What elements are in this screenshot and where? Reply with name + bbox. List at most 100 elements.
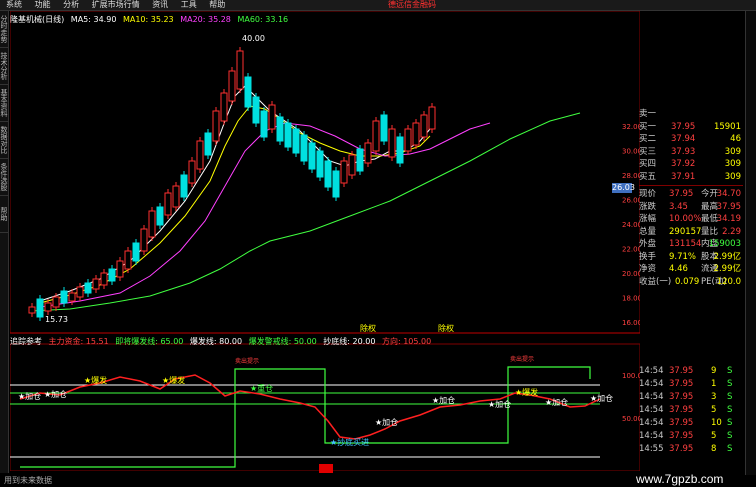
tick-row: 14:54 37.95 1 S bbox=[639, 379, 733, 389]
candle-body bbox=[420, 114, 428, 138]
menu-item[interactable]: 系统 bbox=[6, 0, 22, 10]
book-row: 买三 37.93 309 bbox=[639, 146, 741, 157]
candle-body bbox=[380, 114, 388, 142]
candle-body bbox=[108, 268, 116, 282]
stat-row: 换手 9.71% 股本 2.99亿 bbox=[639, 251, 741, 262]
candle-body bbox=[156, 206, 164, 226]
menu-item[interactable]: 功能 bbox=[35, 0, 51, 10]
price-axis-label: 24.00 bbox=[622, 221, 640, 229]
signal-label: ★爆发 bbox=[515, 387, 538, 397]
stat-row: 涨跌 3.45 最高 37.95 bbox=[639, 201, 741, 212]
ma5-line bbox=[39, 85, 431, 302]
candle-body bbox=[52, 296, 60, 308]
signal-label: ★重仓 bbox=[250, 383, 273, 393]
divider bbox=[639, 185, 743, 186]
signal-label: 卖出提示 bbox=[235, 357, 259, 365]
candle-body bbox=[428, 106, 436, 130]
tab-timeshare[interactable]: 分时走势 bbox=[0, 11, 8, 48]
tick-row: 14:54 37.95 3 S bbox=[639, 392, 733, 402]
stat-row: 总量 290157 量比 2.29 bbox=[639, 226, 741, 237]
candle-body bbox=[316, 150, 324, 178]
kline-chart[interactable]: 32.00 30.00 28.00 26.00 24.00 22.00 20.00 18.00… bbox=[10, 11, 640, 471]
price-axis-label: 22.00 bbox=[622, 246, 640, 254]
book-row: 卖一 bbox=[639, 109, 657, 119]
candle-body bbox=[412, 122, 420, 146]
sub-legend-item: 爆发线: 80.00 bbox=[189, 337, 243, 346]
menu-item[interactable]: 资讯 bbox=[152, 0, 168, 10]
stock-title: 隆基机械(日线) bbox=[10, 15, 65, 24]
tick-row: 14:54 37.95 9 S bbox=[639, 366, 733, 376]
stat-row: 外盘 131154 内盘 159003 bbox=[639, 239, 741, 249]
candle-body bbox=[364, 142, 372, 164]
sub-legend-item: 抄底线: 20.00 bbox=[323, 337, 376, 346]
menu-item[interactable]: 扩展市场行情 bbox=[92, 0, 140, 10]
status-bar: 用到未来数据 bbox=[4, 476, 52, 485]
tick-row: 14:55 37.95 8 S bbox=[639, 444, 733, 454]
sub-legend-item: 方向: 105.00 bbox=[381, 337, 432, 346]
signal-label: ★爆发 bbox=[84, 375, 107, 385]
sub-legend-item: 主力资金: 15.51 bbox=[48, 337, 109, 346]
candle-body bbox=[332, 170, 340, 198]
candle-body bbox=[60, 290, 68, 304]
ma20-label: MA20: 35.28 bbox=[180, 15, 231, 24]
candle-body bbox=[36, 298, 44, 318]
candle-body bbox=[284, 122, 292, 148]
menu-item[interactable]: 工具 bbox=[181, 0, 197, 10]
price-axis-label: 16.00 bbox=[622, 319, 640, 327]
right-scrollbar[interactable] bbox=[745, 11, 756, 475]
candle-body bbox=[164, 192, 172, 216]
stat-row: 净资 4.46 流通 2.99亿 bbox=[639, 264, 741, 274]
candle-body bbox=[372, 120, 380, 152]
ma10-line bbox=[39, 105, 431, 304]
candle-body bbox=[308, 142, 316, 170]
candle-body bbox=[92, 278, 100, 290]
tab-technical[interactable]: 技术分析 bbox=[0, 48, 8, 85]
book-row: 买二 37.94 46 bbox=[639, 134, 741, 144]
price-axis-label: 32.00 bbox=[622, 123, 640, 131]
sub-axis-label: 50.00 bbox=[622, 415, 640, 423]
sub-legend-item: 爆发警戒线: 50.00 bbox=[248, 337, 317, 346]
candle-body bbox=[188, 160, 196, 184]
sub-legend-item: 即将爆发线: 65.00 bbox=[115, 337, 184, 346]
tab-compare[interactable]: 数据对比 bbox=[0, 122, 8, 159]
candle-body bbox=[28, 306, 36, 314]
candle-body bbox=[236, 50, 244, 90]
signal-label: ★加仓 bbox=[44, 389, 67, 399]
stat-row: 收益(一) 0.079 PE(动) 120.0 bbox=[639, 276, 741, 287]
tab-help[interactable]: 帮助 bbox=[0, 196, 8, 233]
tab-fundamentals[interactable]: 基本资料 bbox=[0, 85, 8, 122]
menu-item[interactable]: 帮助 bbox=[209, 0, 225, 10]
candle-body bbox=[396, 136, 404, 164]
candle-body bbox=[292, 128, 300, 154]
signal-label: ★加仓 bbox=[375, 417, 398, 427]
candle-body bbox=[388, 128, 396, 158]
candle-body bbox=[140, 228, 148, 252]
book-row: 买四 37.92 309 bbox=[639, 159, 741, 169]
ex-right-marker: 除权 bbox=[438, 323, 454, 333]
signal-label: ★加仓 bbox=[432, 395, 455, 405]
candle-body bbox=[116, 260, 124, 278]
signal-label: ★加仓 bbox=[590, 393, 613, 403]
candle-body bbox=[276, 116, 284, 142]
ma60-label: MA60: 33.16 bbox=[237, 15, 289, 24]
window-title: 德远信金融码 bbox=[388, 0, 436, 9]
book-row: 买一 37.95 15901 bbox=[639, 121, 741, 132]
candle-body bbox=[76, 286, 84, 298]
current-price-tag: 26.03 bbox=[612, 183, 635, 193]
low-label: 15.73 bbox=[45, 315, 68, 324]
stat-row: 涨幅 10.00% 最低 34.19 bbox=[639, 214, 741, 224]
tick-row: 14:54 37.95 5 S bbox=[639, 431, 733, 441]
ma5-label: MA5: 34.90 bbox=[70, 15, 117, 24]
candle-body bbox=[124, 250, 132, 270]
signal-label: ★加仓 bbox=[545, 397, 568, 407]
candle-body bbox=[180, 174, 188, 198]
candle-body bbox=[324, 160, 332, 188]
candle-body bbox=[212, 110, 220, 142]
book-row: 买五 37.91 309 bbox=[639, 171, 741, 182]
high-label: 40.00 bbox=[242, 34, 265, 43]
sub-title: 追踪参考 bbox=[10, 337, 42, 346]
tab-screener[interactable]: 条件选股 bbox=[0, 159, 8, 196]
menu-item[interactable]: 分析 bbox=[63, 0, 79, 10]
candle-body bbox=[260, 110, 268, 138]
candle-body bbox=[340, 160, 348, 184]
